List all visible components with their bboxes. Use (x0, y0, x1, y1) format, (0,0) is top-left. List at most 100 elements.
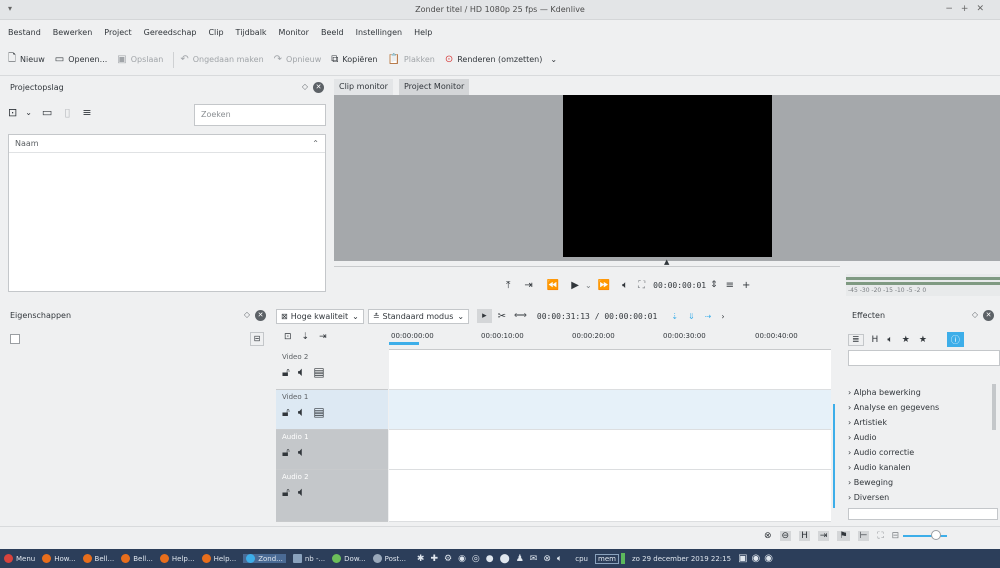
effect-category[interactable]: › Audio correctie (848, 448, 914, 457)
set-zone-out-icon[interactable]: ⇥ (524, 280, 532, 291)
menu-monitor[interactable]: Monitor (279, 28, 309, 37)
snap-icon[interactable]: ⊖ (779, 531, 792, 541)
folder-icon[interactable]: ▭ (42, 106, 52, 119)
effect-category[interactable]: › Audio kanalen (848, 463, 911, 472)
track-lane-video-1[interactable] (389, 390, 831, 430)
monitor-view[interactable] (334, 95, 1000, 261)
track-header-audio-1[interactable]: Audio 1 🔓︎🔈︎ (276, 430, 388, 470)
overwrite-icon[interactable]: ⇓ (688, 312, 695, 321)
play-icon[interactable]: ▶ (571, 280, 579, 291)
properties-checkbox[interactable] (10, 334, 20, 344)
zoom-out-icon[interactable]: ⊟ (892, 531, 900, 541)
project-bin-list[interactable]: Naam ⌃ (8, 134, 326, 292)
taskbar-task[interactable]: Help... (201, 554, 236, 563)
track-controls[interactable]: 🔓︎🔈︎▤ (282, 365, 388, 380)
float-icon[interactable]: ◇ (244, 310, 250, 319)
custom-icon[interactable]: ★ (919, 335, 927, 345)
tab-project-monitor[interactable]: Project Monitor (399, 79, 470, 95)
timecode-spin-icon[interactable]: ⇕ (710, 280, 718, 290)
rewind-icon[interactable]: ⏪ (547, 280, 559, 291)
chevron-down-icon[interactable]: ⌄ (25, 108, 32, 117)
track-header-video-1[interactable]: Video 1 🔓︎🔈︎▤ (276, 390, 388, 430)
menu-gereedschap[interactable]: Gereedschap (144, 28, 197, 37)
keyframe-icon[interactable]: ⊗ (764, 531, 772, 541)
timeline-tool-icons[interactable]: ⊡⇣⇥ (276, 328, 388, 350)
float-icon[interactable]: ◇ (972, 310, 978, 319)
spacer-tool-icon[interactable]: ⟺ (514, 311, 527, 321)
search-input[interactable]: Zoeken (194, 104, 326, 126)
zone-icon[interactable]: ⊢ (857, 531, 870, 541)
quality-select[interactable]: ⊠ Hoge kwaliteit ⌄ (276, 308, 364, 324)
menu-clip[interactable]: Clip (208, 28, 223, 37)
timeline-scrollbar[interactable] (833, 404, 835, 508)
effect-category[interactable]: › Beweging (848, 478, 893, 487)
menu-bewerken[interactable]: Bewerken (53, 28, 93, 37)
favorite-icon[interactable]: ★ (902, 335, 910, 345)
open-button[interactable]: ▭ Openen... (55, 54, 107, 65)
select-tool-icon[interactable]: ▸ (477, 309, 492, 323)
thumbnail-icon[interactable]: H (799, 531, 810, 541)
render-button[interactable]: ⊙ Renderen (omzetten) ⌄ (445, 54, 557, 65)
track-header-video-2[interactable]: Video 2 🔓︎🔈︎▤ (276, 350, 388, 390)
properties-settings-icon[interactable]: ⊟ (250, 332, 264, 346)
add-clip-icon[interactable]: ⊡ (8, 106, 17, 119)
taskbar-task[interactable]: nb -... (292, 554, 325, 563)
fullscreen-icon[interactable]: ⛶ (638, 280, 645, 291)
chevron-right-icon[interactable]: › (721, 312, 724, 321)
menu-tijdbalk[interactable]: Tijdbalk (236, 28, 267, 37)
start-menu-button[interactable]: Menu (4, 554, 35, 563)
insert-icon[interactable]: ⇣ (671, 312, 678, 321)
taskbar-task[interactable]: Bell... (82, 554, 114, 563)
taskbar-task[interactable]: Bell... (121, 554, 153, 563)
window-controls[interactable]: −+✕ (945, 4, 992, 14)
menu-help[interactable]: Help (414, 28, 432, 37)
effect-category[interactable]: › Analyse en gegevens (848, 403, 939, 412)
close-icon[interactable]: ✕ (983, 309, 994, 321)
track-lane-audio-1[interactable] (389, 430, 831, 470)
menu-beeld[interactable]: Beeld (321, 28, 344, 37)
effect-category[interactable]: › Diversen (848, 493, 889, 502)
taskbar-task[interactable]: How... (42, 554, 76, 563)
undo-button[interactable]: ↶ Ongedaan maken (180, 54, 263, 65)
menu-icon[interactable]: ≡ (726, 280, 734, 291)
system-tray-icons[interactable]: ✱✚⚙◉◎●⬤♟✉⊗🔈︎ (417, 554, 568, 564)
taskbar-task[interactable]: Dow... (332, 554, 366, 563)
timecode-display[interactable]: 00:00:00:01 (653, 281, 706, 290)
clock[interactable]: zo 29 december 2019 22:15 (632, 555, 731, 563)
effect-category[interactable]: › Artistiek (848, 418, 887, 427)
track-lane-video-2[interactable] (389, 350, 831, 390)
volume-icon[interactable]: 🔈︎ (622, 280, 628, 291)
forward-icon[interactable]: ⏩ (598, 280, 610, 291)
zoom-slider[interactable] (903, 530, 948, 540)
effects-scrollbar[interactable] (992, 384, 996, 430)
timeline-ruler[interactable]: 00:00:00:00 00:00:10:00 00:00:20:00 00:0… (389, 328, 831, 350)
zoom-slider-handle[interactable] (931, 530, 942, 540)
track-header-audio-2[interactable]: Audio 2 🔓︎🔈︎ (276, 470, 388, 522)
copy-button[interactable]: ⧉ Kopiëren (331, 54, 377, 65)
extract-icon[interactable]: ⇢ (705, 312, 712, 321)
trash-icon[interactable]: ▯ (64, 106, 70, 119)
tray-app-icons[interactable]: ▣◉◉ (738, 553, 777, 564)
playhead-zone[interactable] (389, 342, 419, 345)
track-controls[interactable]: 🔓︎🔈︎▤ (282, 405, 388, 420)
split-audio-icon[interactable]: ⇥ (817, 531, 830, 541)
marker-icon[interactable]: ⚑ (837, 531, 850, 541)
effect-category[interactable]: › Audio (848, 433, 877, 442)
taskbar-task-active[interactable]: Zond... (243, 554, 286, 563)
menu-bestand[interactable]: Bestand (8, 28, 41, 37)
column-header-name[interactable]: Naam ⌃ (9, 135, 325, 153)
add-icon[interactable]: + (742, 280, 750, 291)
audio-effects-icon[interactable]: 🔈︎ (887, 335, 892, 345)
float-icon[interactable]: ◇ (302, 82, 308, 91)
save-button[interactable]: ▣ Opslaan (117, 54, 163, 65)
track-controls[interactable]: 🔓︎🔈︎ (282, 485, 388, 500)
track-lane-audio-2[interactable] (389, 470, 831, 522)
menu-project[interactable]: Project (104, 28, 131, 37)
menu-instellingen[interactable]: Instellingen (356, 28, 402, 37)
monitor-ruler[interactable]: ▲ (334, 258, 840, 267)
menu-icon[interactable]: ≡ (82, 106, 91, 119)
taskbar-task[interactable]: Help... (159, 554, 195, 563)
set-zone-in-icon[interactable]: ⤒ (506, 280, 510, 291)
chevron-down-icon[interactable]: ⌄ (585, 281, 592, 290)
info-icon[interactable]: ⓘ (946, 332, 964, 347)
